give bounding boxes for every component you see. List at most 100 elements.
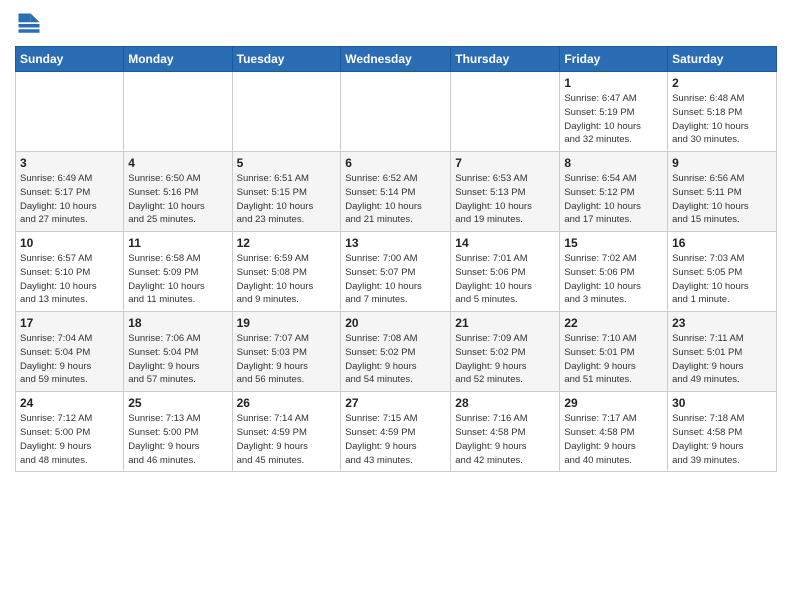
week-row-3: 10 Sunrise: 6:57 AMSunset: 5:10 PMDayligh…	[16, 232, 777, 312]
day-number: 1	[564, 76, 663, 90]
day-cell: 10 Sunrise: 6:57 AMSunset: 5:10 PMDayligh…	[16, 232, 124, 312]
weekday-header-monday: Monday	[124, 47, 232, 72]
day-info: Sunrise: 6:47 AMSunset: 5:19 PMDaylight:…	[564, 92, 663, 147]
day-cell: 14 Sunrise: 7:01 AMSunset: 5:06 PMDayligh…	[451, 232, 560, 312]
day-number: 16	[672, 236, 772, 250]
week-row-1: 1 Sunrise: 6:47 AMSunset: 5:19 PMDaylight…	[16, 72, 777, 152]
day-info: Sunrise: 7:11 AMSunset: 5:01 PMDaylight:…	[672, 332, 772, 387]
weekday-row: SundayMondayTuesdayWednesdayThursdayFrid…	[16, 47, 777, 72]
day-info: Sunrise: 7:15 AMSunset: 4:59 PMDaylight:…	[345, 412, 446, 467]
day-info: Sunrise: 7:00 AMSunset: 5:07 PMDaylight:…	[345, 252, 446, 307]
day-info: Sunrise: 6:54 AMSunset: 5:12 PMDaylight:…	[564, 172, 663, 227]
day-number: 24	[20, 396, 119, 410]
day-cell: 23 Sunrise: 7:11 AMSunset: 5:01 PMDayligh…	[668, 312, 777, 392]
day-cell: 13 Sunrise: 7:00 AMSunset: 5:07 PMDayligh…	[341, 232, 451, 312]
day-cell: 28Sunrise: 7:16 AMSunset: 4:58 PMDayligh…	[451, 392, 560, 472]
day-cell: 18 Sunrise: 7:06 AMSunset: 5:04 PMDayligh…	[124, 312, 232, 392]
week-row-5: 24 Sunrise: 7:12 AMSunset: 5:00 PMDayligh…	[16, 392, 777, 472]
day-info: Sunrise: 6:50 AMSunset: 5:16 PMDaylight:…	[128, 172, 227, 227]
day-cell: 20Sunrise: 7:08 AMSunset: 5:02 PMDayligh…	[341, 312, 451, 392]
day-info: Sunrise: 6:52 AMSunset: 5:14 PMDaylight:…	[345, 172, 446, 227]
weekday-header-thursday: Thursday	[451, 47, 560, 72]
weekday-header-sunday: Sunday	[16, 47, 124, 72]
day-cell: 12Sunrise: 6:59 AMSunset: 5:08 PMDayligh…	[232, 232, 341, 312]
day-number: 14	[455, 236, 555, 250]
day-cell: 9Sunrise: 6:56 AMSunset: 5:11 PMDaylight…	[668, 152, 777, 232]
day-info: Sunrise: 7:12 AMSunset: 5:00 PMDaylight:…	[20, 412, 119, 467]
day-cell: 3 Sunrise: 6:49 AMSunset: 5:17 PMDaylight…	[16, 152, 124, 232]
day-number: 9	[672, 156, 772, 170]
day-number: 21	[455, 316, 555, 330]
day-cell: 5Sunrise: 6:51 AMSunset: 5:15 PMDaylight…	[232, 152, 341, 232]
day-number: 8	[564, 156, 663, 170]
day-number: 29	[564, 396, 663, 410]
day-number: 22	[564, 316, 663, 330]
day-number: 7	[455, 156, 555, 170]
calendar-header: SundayMondayTuesdayWednesdayThursdayFrid…	[16, 47, 777, 72]
day-number: 27	[345, 396, 446, 410]
day-cell	[451, 72, 560, 152]
day-number: 30	[672, 396, 772, 410]
day-cell: 2 Sunrise: 6:48 AMSunset: 5:18 PMDaylight…	[668, 72, 777, 152]
day-number: 26	[237, 396, 337, 410]
week-row-4: 17Sunrise: 7:04 AMSunset: 5:04 PMDayligh…	[16, 312, 777, 392]
weekday-header-tuesday: Tuesday	[232, 47, 341, 72]
day-number: 10	[20, 236, 119, 250]
day-number: 20	[345, 316, 446, 330]
day-number: 3	[20, 156, 119, 170]
day-cell: 19 Sunrise: 7:07 AMSunset: 5:03 PMDayligh…	[232, 312, 341, 392]
header	[15, 10, 777, 38]
day-info: Sunrise: 7:09 AMSunset: 5:02 PMDaylight:…	[455, 332, 555, 387]
day-number: 25	[128, 396, 227, 410]
day-cell: 8 Sunrise: 6:54 AMSunset: 5:12 PMDaylight…	[560, 152, 668, 232]
day-cell: 30 Sunrise: 7:18 AMSunset: 4:58 PMDayligh…	[668, 392, 777, 472]
day-info: Sunrise: 7:14 AMSunset: 4:59 PMDaylight:…	[237, 412, 337, 467]
day-number: 13	[345, 236, 446, 250]
day-cell: 25 Sunrise: 7:13 AMSunset: 5:00 PMDayligh…	[124, 392, 232, 472]
day-cell: 6 Sunrise: 6:52 AMSunset: 5:14 PMDaylight…	[341, 152, 451, 232]
day-info: Sunrise: 7:13 AMSunset: 5:00 PMDaylight:…	[128, 412, 227, 467]
logo-icon	[15, 10, 43, 38]
day-cell	[124, 72, 232, 152]
day-cell: 17Sunrise: 7:04 AMSunset: 5:04 PMDayligh…	[16, 312, 124, 392]
day-info: Sunrise: 6:59 AMSunset: 5:08 PMDaylight:…	[237, 252, 337, 307]
day-cell: 24 Sunrise: 7:12 AMSunset: 5:00 PMDayligh…	[16, 392, 124, 472]
day-number: 28	[455, 396, 555, 410]
day-number: 18	[128, 316, 227, 330]
day-info: Sunrise: 7:06 AMSunset: 5:04 PMDaylight:…	[128, 332, 227, 387]
day-cell: 16Sunrise: 7:03 AMSunset: 5:05 PMDayligh…	[668, 232, 777, 312]
day-info: Sunrise: 6:53 AMSunset: 5:13 PMDaylight:…	[455, 172, 555, 227]
day-info: Sunrise: 6:49 AMSunset: 5:17 PMDaylight:…	[20, 172, 119, 227]
page-container: SundayMondayTuesdayWednesdayThursdayFrid…	[0, 0, 792, 482]
day-cell	[232, 72, 341, 152]
day-cell: 4 Sunrise: 6:50 AMSunset: 5:16 PMDaylight…	[124, 152, 232, 232]
day-cell: 26 Sunrise: 7:14 AMSunset: 4:59 PMDayligh…	[232, 392, 341, 472]
calendar-body: 1 Sunrise: 6:47 AMSunset: 5:19 PMDaylight…	[16, 72, 777, 472]
day-cell: 7 Sunrise: 6:53 AMSunset: 5:13 PMDaylight…	[451, 152, 560, 232]
day-info: Sunrise: 6:57 AMSunset: 5:10 PMDaylight:…	[20, 252, 119, 307]
day-info: Sunrise: 7:10 AMSunset: 5:01 PMDaylight:…	[564, 332, 663, 387]
day-number: 6	[345, 156, 446, 170]
day-number: 15	[564, 236, 663, 250]
calendar-table: SundayMondayTuesdayWednesdayThursdayFrid…	[15, 46, 777, 472]
day-number: 17	[20, 316, 119, 330]
day-cell: 29Sunrise: 7:17 AMSunset: 4:58 PMDayligh…	[560, 392, 668, 472]
day-info: Sunrise: 7:18 AMSunset: 4:58 PMDaylight:…	[672, 412, 772, 467]
logo	[15, 10, 47, 38]
day-info: Sunrise: 6:48 AMSunset: 5:18 PMDaylight:…	[672, 92, 772, 147]
day-number: 4	[128, 156, 227, 170]
day-number: 19	[237, 316, 337, 330]
day-cell: 22 Sunrise: 7:10 AMSunset: 5:01 PMDayligh…	[560, 312, 668, 392]
day-cell: 27 Sunrise: 7:15 AMSunset: 4:59 PMDayligh…	[341, 392, 451, 472]
week-row-2: 3 Sunrise: 6:49 AMSunset: 5:17 PMDaylight…	[16, 152, 777, 232]
day-number: 23	[672, 316, 772, 330]
day-info: Sunrise: 7:07 AMSunset: 5:03 PMDaylight:…	[237, 332, 337, 387]
day-cell: 21 Sunrise: 7:09 AMSunset: 5:02 PMDayligh…	[451, 312, 560, 392]
day-cell: 11Sunrise: 6:58 AMSunset: 5:09 PMDayligh…	[124, 232, 232, 312]
day-number: 5	[237, 156, 337, 170]
day-number: 2	[672, 76, 772, 90]
weekday-header-saturday: Saturday	[668, 47, 777, 72]
weekday-header-friday: Friday	[560, 47, 668, 72]
day-info: Sunrise: 7:01 AMSunset: 5:06 PMDaylight:…	[455, 252, 555, 307]
day-info: Sunrise: 7:02 AMSunset: 5:06 PMDaylight:…	[564, 252, 663, 307]
